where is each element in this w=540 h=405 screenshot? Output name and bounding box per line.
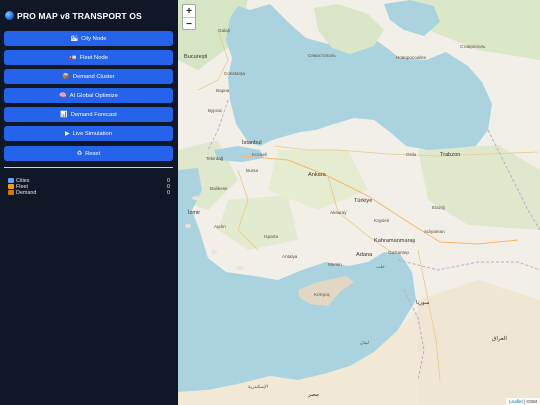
map-label-galati: Galați xyxy=(218,28,231,33)
map-label-ankara: Ankara xyxy=(308,172,326,178)
map-label-isparta: Isparta xyxy=(264,234,279,239)
map-label-novorossiysk: Новороссийск xyxy=(396,55,426,60)
package-icon: 📦 xyxy=(62,73,70,80)
map-label-balikesir: Balıkesir xyxy=(210,186,228,191)
map-label-burgas: Бургас xyxy=(208,108,223,113)
ai-global-optimize-button[interactable]: 🧠 AI Global Optimize xyxy=(4,88,173,103)
demand-cluster-button[interactable]: 📦 Demand Cluster xyxy=(4,69,173,84)
app-title: PRO MAP v8 TRANSPORT OS xyxy=(5,11,142,21)
city-node-button[interactable]: 🏙 City Node xyxy=(4,31,173,46)
stat-demand-value: 0 xyxy=(167,189,170,196)
map-label-bursa: Bursa xyxy=(246,168,259,173)
map-label-tekirdag: Tekirdağ xyxy=(206,156,224,161)
map-label-aksaray: Aksaray xyxy=(330,210,347,215)
attribution-separator: | xyxy=(524,399,526,404)
map-label-kayseri: Kayseri xyxy=(374,218,390,223)
live-simulation-label: Live Simulation xyxy=(72,130,112,137)
divider xyxy=(4,167,173,168)
ai-global-optimize-label: AI Global Optimize xyxy=(69,92,118,99)
demand-cluster-label: Demand Cluster xyxy=(72,73,115,80)
map-label-varna: Варна xyxy=(216,88,230,93)
map-label-kibris: Κύπρος xyxy=(314,292,331,297)
zoom-out-button[interactable]: − xyxy=(183,17,195,30)
map-label-elazig: Elazığ xyxy=(432,205,445,210)
map-label-gaziantep: Gaziantep xyxy=(388,250,409,255)
demand-icon xyxy=(8,190,14,195)
map-label-alexandria: الإسكندرية xyxy=(248,384,269,389)
map-label-turkiye: Türkiye xyxy=(354,198,373,204)
map-label-antalya: Antalya xyxy=(282,254,298,259)
demand-forecast-button[interactable]: 📊 Demand Forecast xyxy=(4,107,173,122)
city-icon: 🏙 xyxy=(70,35,79,42)
map-label-aydin: Aydın xyxy=(214,224,226,229)
play-icon: ▶ xyxy=(65,130,70,137)
map-label-constanta: Constanța xyxy=(224,71,245,76)
map-label-kahramanmaras: Kahramanmaraş xyxy=(374,238,416,244)
map-label-kocaeli: Kocaeli xyxy=(252,152,268,157)
zoom-control: + − xyxy=(182,4,196,30)
sidebar: PRO MAP v8 TRANSPORT OS 🏙 City Node 🚛 Flee… xyxy=(0,0,178,405)
map-label-sevastopol: Севастополь xyxy=(308,53,336,58)
map-label-izmir: İzmir xyxy=(188,210,201,216)
map-label-lebanon: لبنان xyxy=(360,340,369,345)
osm-label: OSM xyxy=(526,399,537,404)
map-label-trabzon: Trabzon xyxy=(440,152,461,158)
fleet-node-button[interactable]: 🚛 Fleet Node xyxy=(4,50,173,65)
truck-icon: 🚛 xyxy=(69,54,77,61)
map-attribution: Leaflet | OSM xyxy=(505,398,540,405)
demand-forecast-label: Demand Forecast xyxy=(70,111,117,118)
map-label-istanbul: İstanbul xyxy=(242,140,262,146)
map-label-adiyaman: Adıyaman xyxy=(424,229,445,234)
city-node-label: City Node xyxy=(81,35,107,42)
fleet-node-label: Fleet Node xyxy=(79,54,108,61)
brain-icon: 🧠 xyxy=(59,92,67,99)
map-label-egypt: مصر xyxy=(308,392,319,398)
live-simulation-button[interactable]: ▶ Live Simulation xyxy=(4,126,173,141)
map-label-halab: حلب xyxy=(376,264,385,269)
recycle-icon: ♻ xyxy=(76,150,83,157)
map-label-adana: Adana xyxy=(356,252,373,258)
zoom-in-button[interactable]: + xyxy=(183,5,195,17)
map-canvas[interactable]: Galați București Constanța Варна Бургас … xyxy=(178,0,540,405)
map-label-suriye: سوريا xyxy=(416,300,430,306)
leaflet-link[interactable]: Leaflet xyxy=(509,399,523,404)
map-label-stavropol: Ставрополь xyxy=(460,44,486,49)
map-label-mersin: Mersin xyxy=(328,262,342,267)
reset-button[interactable]: ♻ Reset xyxy=(4,146,173,161)
stat-demand: Demand 0 xyxy=(8,189,170,196)
app-title-text: PRO MAP v8 TRANSPORT OS xyxy=(17,11,142,21)
globe-icon xyxy=(5,11,14,20)
map-label-iraq: العراق xyxy=(492,336,507,342)
map-label-bucuresti: București xyxy=(184,54,208,60)
stat-demand-label: Demand xyxy=(16,189,37,196)
map-label-ordu: Ordu xyxy=(406,152,417,157)
bar-chart-icon: 📊 xyxy=(60,111,68,118)
reset-label: Reset xyxy=(85,150,101,157)
